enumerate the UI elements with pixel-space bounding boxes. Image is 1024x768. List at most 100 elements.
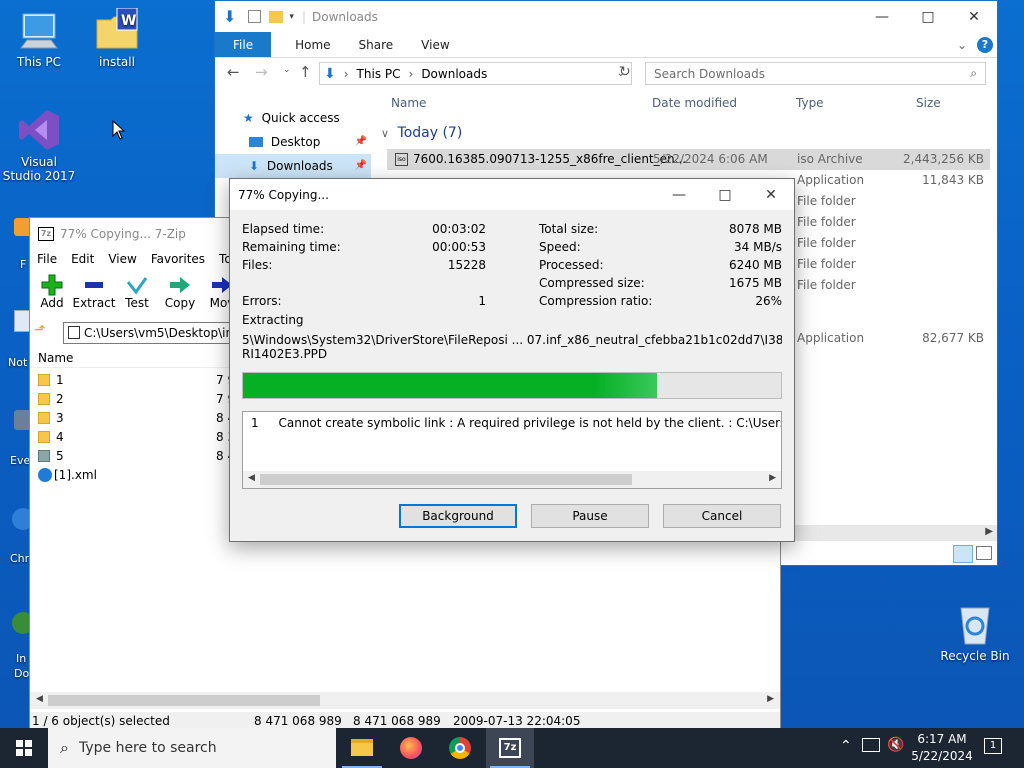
dialog-titlebar[interactable]: 77% Copying... — □ ✕ xyxy=(230,179,794,210)
horizontal-scrollbar[interactable]: ◀ ▶ xyxy=(243,471,781,488)
maximize-button[interactable]: □ xyxy=(905,9,951,25)
maximize-button[interactable]: □ xyxy=(702,187,748,203)
mouse-cursor-icon xyxy=(112,120,126,140)
scroll-left-icon[interactable]: ◀ xyxy=(36,694,43,704)
add-button[interactable]: Add xyxy=(30,274,74,310)
compressed-size-value: 1675 MB xyxy=(729,276,782,290)
cancel-button[interactable]: Cancel xyxy=(663,504,781,528)
desktop-icon-recycle-bin[interactable]: Recycle Bin xyxy=(937,602,1013,663)
scrollbar-thumb[interactable] xyxy=(260,474,632,485)
arrow-right-icon xyxy=(158,274,202,296)
pin-icon[interactable]: 📌 xyxy=(355,130,367,154)
column-name[interactable]: Name xyxy=(30,348,230,368)
explorer-titlebar[interactable]: ⬇ ▾ | Downloads — □ ✕ xyxy=(215,1,997,32)
error-log-list[interactable]: 1 Cannot create symbolic link : A requir… xyxy=(242,411,782,489)
pin-icon[interactable]: 📌 xyxy=(355,154,367,178)
tab-share[interactable]: Share xyxy=(345,32,408,57)
folder-icon xyxy=(38,393,50,405)
help-icon[interactable]: ? xyxy=(977,37,993,53)
menu-edit[interactable]: Edit xyxy=(64,252,101,266)
qat-dropdown-icon[interactable]: ▾ xyxy=(289,12,294,22)
address-bar[interactable]: ⬇ › This PC › Downloads ⌄ xyxy=(319,62,632,85)
desktop-icon-this-pc[interactable]: This PC xyxy=(1,8,77,69)
scroll-right-icon[interactable]: ▶ xyxy=(769,473,776,483)
clock[interactable]: 6:17 AM 5/22/2024 xyxy=(910,731,974,765)
desktop-icon-install[interactable]: W install xyxy=(79,7,155,69)
scroll-left-icon[interactable]: ◀ xyxy=(248,473,255,483)
search-input[interactable]: Search Downloads ⌕ xyxy=(645,62,986,85)
column-date-modified[interactable]: Date modified xyxy=(652,96,737,110)
log-entry[interactable]: 1 Cannot create symbolic link : A requir… xyxy=(251,415,781,431)
desktop-icon-partial[interactable]: Chr xyxy=(0,508,34,568)
group-label: Today (7) xyxy=(397,125,463,141)
network-icon[interactable] xyxy=(862,738,880,752)
extract-button[interactable]: Extract xyxy=(72,274,116,310)
menu-file[interactable]: File xyxy=(30,252,64,266)
new-folder-icon[interactable] xyxy=(269,10,284,23)
taskbar-file-explorer[interactable] xyxy=(338,728,386,768)
volume-muted-icon[interactable]: 🔇 xyxy=(887,737,904,753)
recent-locations-icon[interactable]: ⌄ xyxy=(283,65,291,75)
menu-favorites[interactable]: Favorites xyxy=(144,252,212,266)
file-row[interactable]: iso 7600.16385.090713-1255_x86fre_client… xyxy=(387,149,990,170)
pause-button[interactable]: Pause xyxy=(531,504,649,528)
column-name[interactable]: Name xyxy=(391,96,426,110)
horizontal-scrollbar[interactable]: ◀ ▶ xyxy=(30,692,780,709)
path-input[interactable]: C:\Users\vm5\Desktop\inst xyxy=(63,322,233,344)
scroll-right-icon[interactable]: ▶ xyxy=(767,694,774,704)
desktop-icon-partial[interactable]: In Do xyxy=(0,612,34,684)
desktop-icon-visual-studio[interactable]: Visual Studio 2017 xyxy=(1,108,77,183)
copy-progress-dialog[interactable]: 77% Copying... — □ ✕ Elapsed time: 00:03… xyxy=(229,178,795,542)
menu-view[interactable]: View xyxy=(101,252,143,266)
nav-quick-access[interactable]: ★ Quick access xyxy=(215,106,371,130)
desktop-icon-partial[interactable]: F xyxy=(0,212,32,272)
desktop-icon-partial[interactable]: Not xyxy=(0,310,32,370)
tab-view[interactable]: View xyxy=(407,32,463,57)
minimize-button[interactable]: — xyxy=(859,9,905,25)
copy-button[interactable]: Copy xyxy=(158,274,202,310)
tab-home[interactable]: Home xyxy=(281,32,344,57)
minimize-button[interactable]: — xyxy=(656,187,702,203)
item-name: [1].xml xyxy=(54,468,97,482)
list-item[interactable]: [1].xml xyxy=(38,466,238,485)
group-header[interactable]: ∨ Today (7) xyxy=(381,125,462,141)
taskbar-search-input[interactable]: ⌕ Type here to search xyxy=(48,728,336,768)
tab-file[interactable]: File xyxy=(215,32,272,57)
clock-date: 5/22/2024 xyxy=(911,749,973,763)
refresh-button[interactable]: ↻ xyxy=(619,64,631,80)
list-item[interactable]: 58 4 xyxy=(38,447,238,466)
nav-downloads[interactable]: ⬇ Downloads 📌 xyxy=(215,154,371,178)
notification-center-button[interactable]: 1 xyxy=(984,738,1002,754)
minus-icon xyxy=(72,274,116,296)
details-view-button[interactable] xyxy=(953,545,973,563)
folder-up-button[interactable]: ⬏ xyxy=(34,322,46,338)
taskbar-chrome[interactable] xyxy=(436,728,484,768)
column-type[interactable]: Type xyxy=(796,96,824,110)
list-item[interactable]: 27 9 xyxy=(38,390,238,409)
scroll-right-icon[interactable]: ▶ xyxy=(985,526,993,537)
large-icons-view-button[interactable] xyxy=(976,546,992,560)
list-item[interactable]: 48 3 xyxy=(38,428,238,447)
background-button[interactable]: Background xyxy=(399,504,517,528)
forward-button[interactable]: → xyxy=(255,63,268,81)
show-hidden-icons-button[interactable]: ⌃ xyxy=(840,738,852,754)
horizontal-scrollbar[interactable]: ▶ xyxy=(775,525,997,541)
list-item[interactable]: 38 4 xyxy=(38,409,238,428)
taskbar-7zip[interactable]: 7z xyxy=(486,728,534,768)
test-button[interactable]: Test xyxy=(115,274,159,310)
properties-icon[interactable] xyxy=(248,10,262,23)
list-item[interactable]: 17 9 xyxy=(38,371,238,390)
breadcrumb-this-pc[interactable]: This PC xyxy=(357,67,401,81)
up-button[interactable]: ↑ xyxy=(299,63,312,81)
taskbar-firefox[interactable] xyxy=(387,728,435,768)
back-button[interactable]: ← xyxy=(227,63,240,81)
column-size[interactable]: Size xyxy=(916,96,941,110)
desktop-icon-partial[interactable]: Eve xyxy=(0,410,32,470)
ribbon-expand-icon[interactable]: ⌄ xyxy=(957,32,967,57)
breadcrumb-downloads[interactable]: Downloads xyxy=(421,67,487,81)
close-button[interactable]: ✕ xyxy=(748,187,794,203)
nav-desktop[interactable]: Desktop 📌 xyxy=(215,130,371,154)
close-button[interactable]: ✕ xyxy=(951,9,997,25)
start-button[interactable] xyxy=(0,728,48,768)
scrollbar-thumb[interactable] xyxy=(48,695,320,706)
